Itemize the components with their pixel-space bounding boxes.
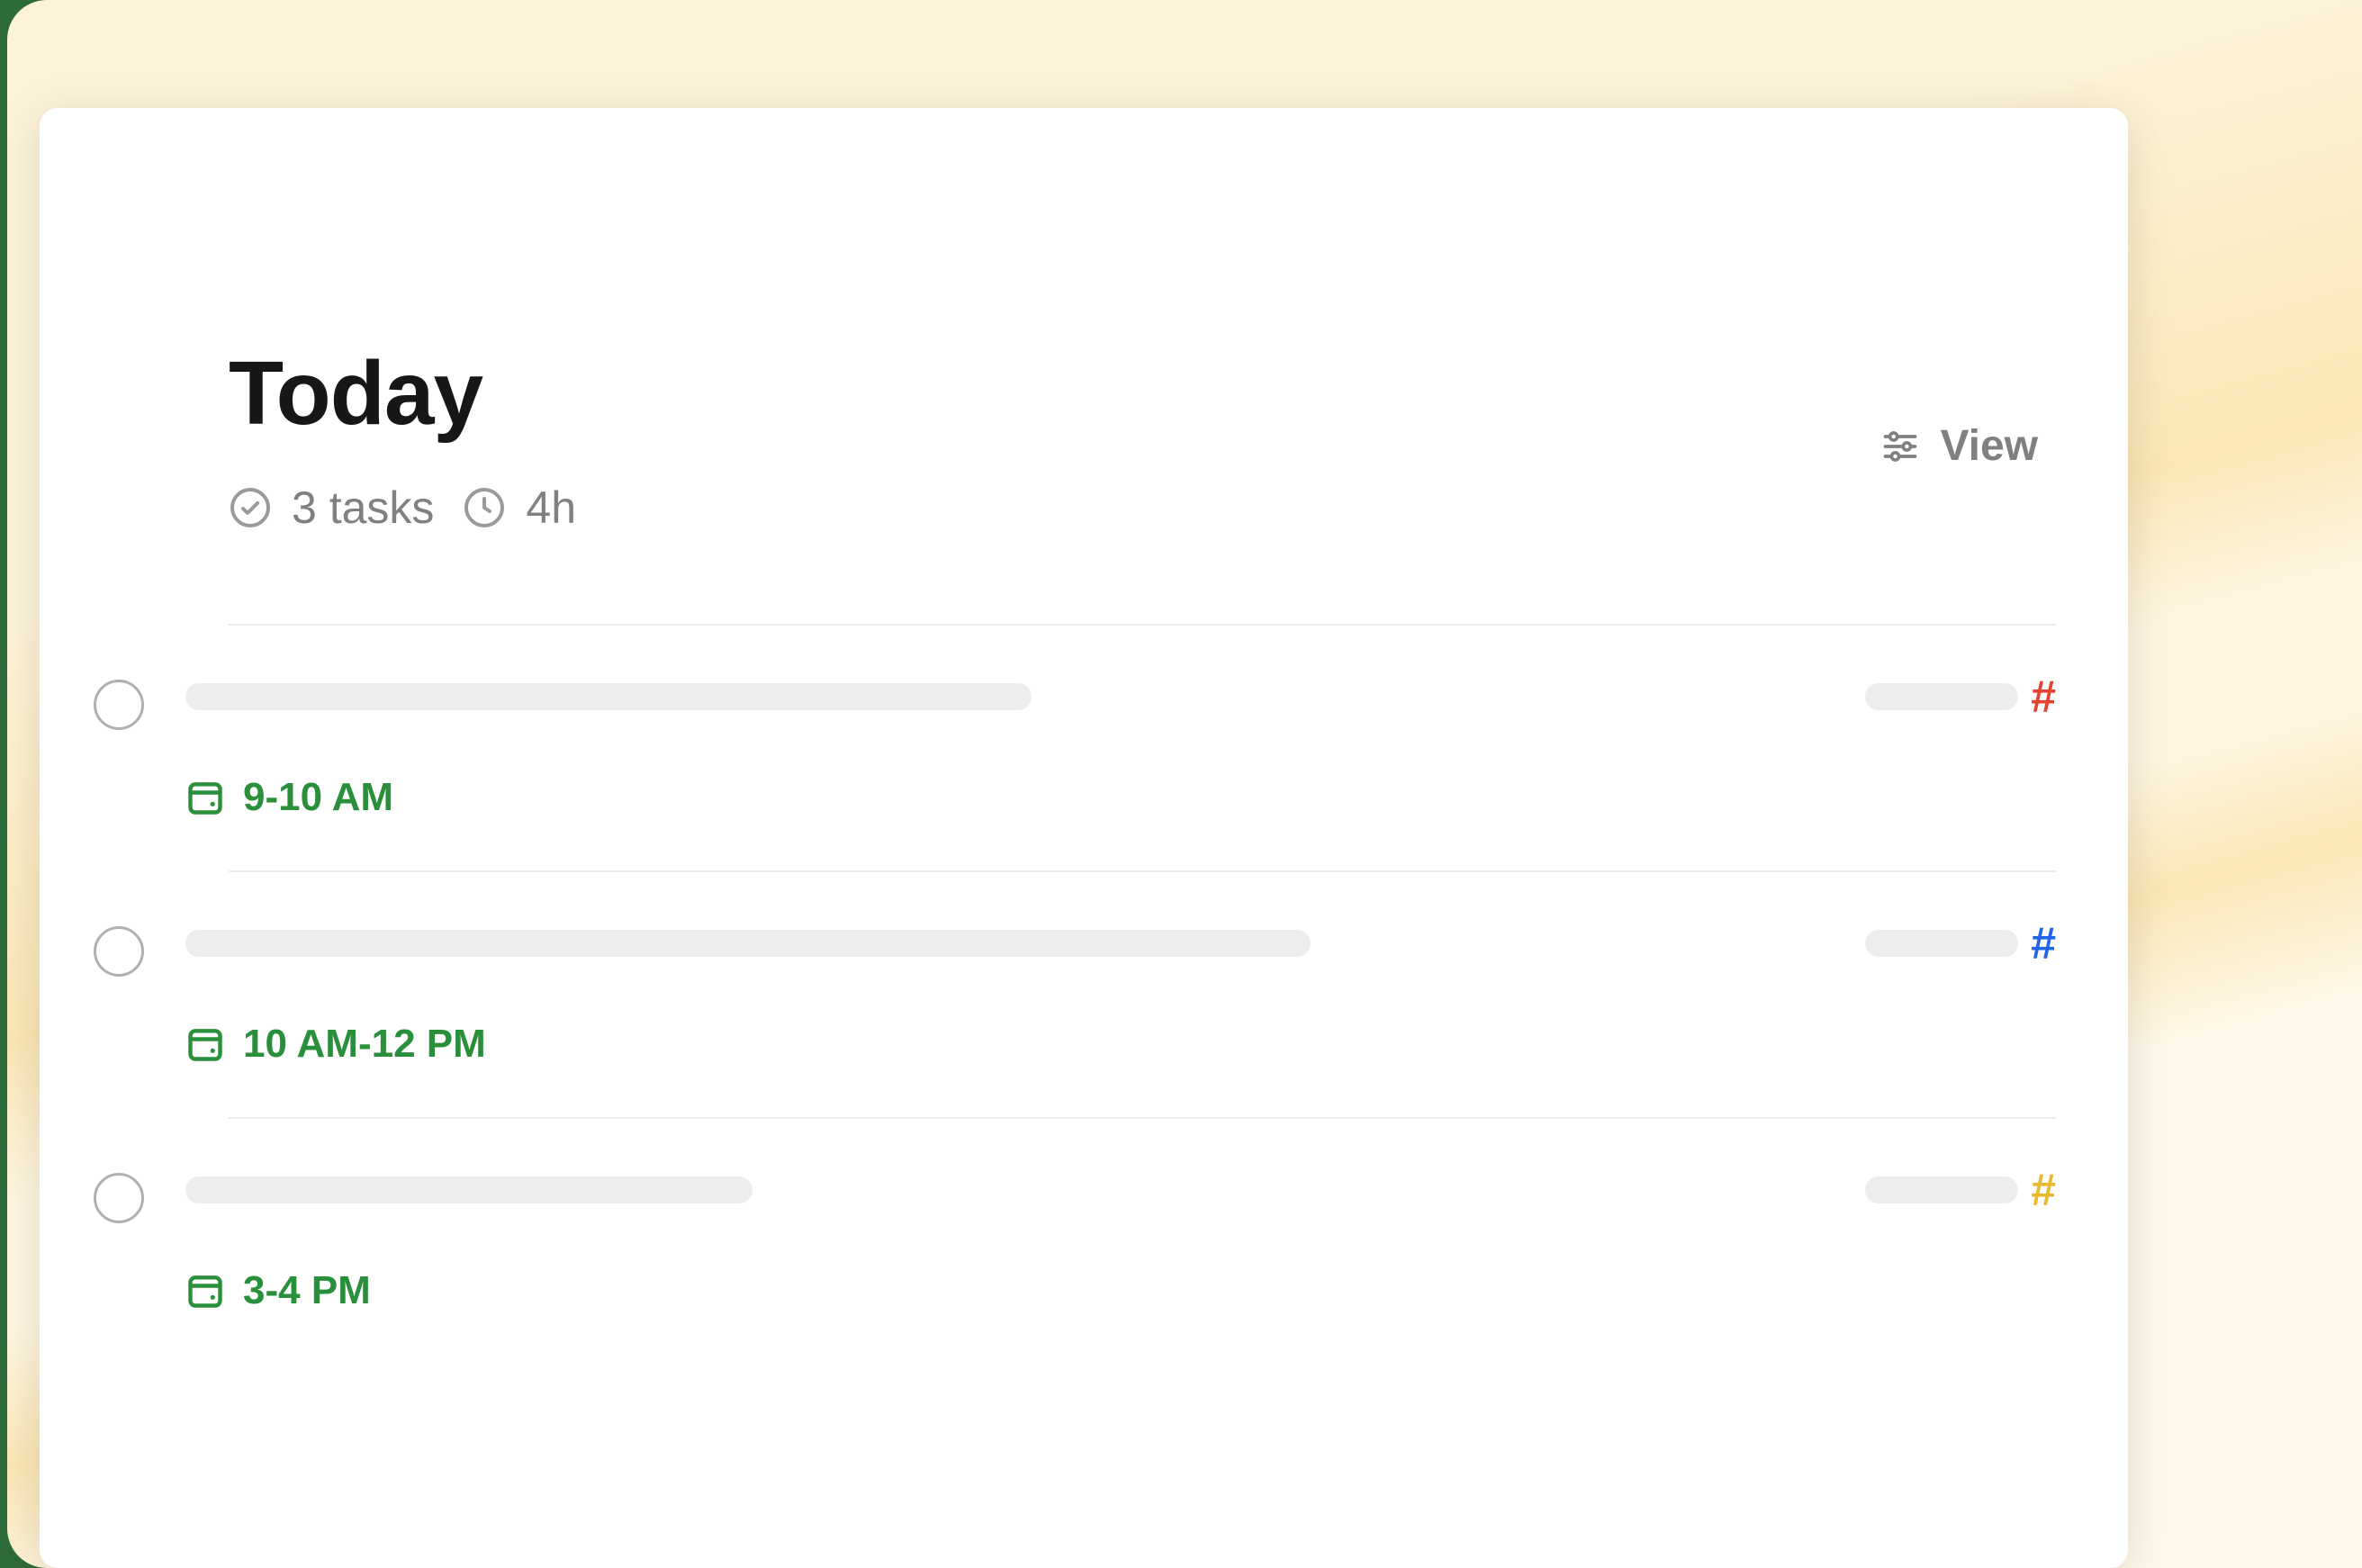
check-circle-icon [229,486,272,529]
hash-icon: # [2031,1167,2056,1212]
clock-icon [463,486,506,529]
task-checkbox[interactable] [94,1173,144,1223]
project-name-placeholder [1865,930,2018,957]
total-duration: 4h [463,482,576,534]
page-title: Today [229,342,2056,446]
task-project-tag[interactable]: # [1865,674,2056,719]
task-row[interactable]: # 9-10 AM [229,626,2056,870]
header: Today 3 tasks 4h [229,342,2056,534]
today-card: Today 3 tasks 4h [40,108,2128,1568]
task-title-placeholder [185,930,1311,957]
task-time[interactable]: 10 AM-12 PM [185,1022,486,1067]
tasks-count: 3 tasks [229,482,434,534]
project-name-placeholder [1865,683,2018,710]
task-title-placeholder [185,1176,753,1203]
task-title-placeholder [185,683,1032,710]
task-row[interactable]: # 3-4 PM [229,1119,2056,1364]
task-time[interactable]: 3-4 PM [185,1268,371,1313]
task-time[interactable]: 9-10 AM [185,775,393,820]
view-button-label: View [1940,421,2038,471]
calendar-today-icon [185,1024,225,1064]
calendar-today-icon [185,1271,225,1311]
task-project-tag[interactable]: # [1865,1167,2056,1212]
task-checkbox[interactable] [94,680,144,730]
task-content: # 9-10 AM [185,674,2056,822]
calendar-today-icon [185,778,225,817]
hash-icon: # [2031,674,2056,719]
task-time-label: 3-4 PM [243,1268,371,1313]
task-project-tag[interactable]: # [1865,921,2056,966]
task-checkbox[interactable] [94,926,144,977]
background-panel: Today 3 tasks 4h [7,0,2362,1568]
task-time-label: 9-10 AM [243,775,393,820]
view-button[interactable]: View [1880,421,2038,471]
tasks-count-label: 3 tasks [292,482,434,534]
project-name-placeholder [1865,1176,2018,1203]
task-row[interactable]: # 10 AM-12 PM [229,872,2056,1117]
task-list: # 9-10 AM [229,624,2056,1364]
hash-icon: # [2031,921,2056,966]
task-time-label: 10 AM-12 PM [243,1022,486,1067]
duration-label: 4h [526,482,576,534]
header-meta: 3 tasks 4h [229,482,2056,534]
task-content: # 10 AM-12 PM [185,921,2056,1068]
task-content: # 3-4 PM [185,1167,2056,1315]
sliders-icon [1880,427,1920,466]
